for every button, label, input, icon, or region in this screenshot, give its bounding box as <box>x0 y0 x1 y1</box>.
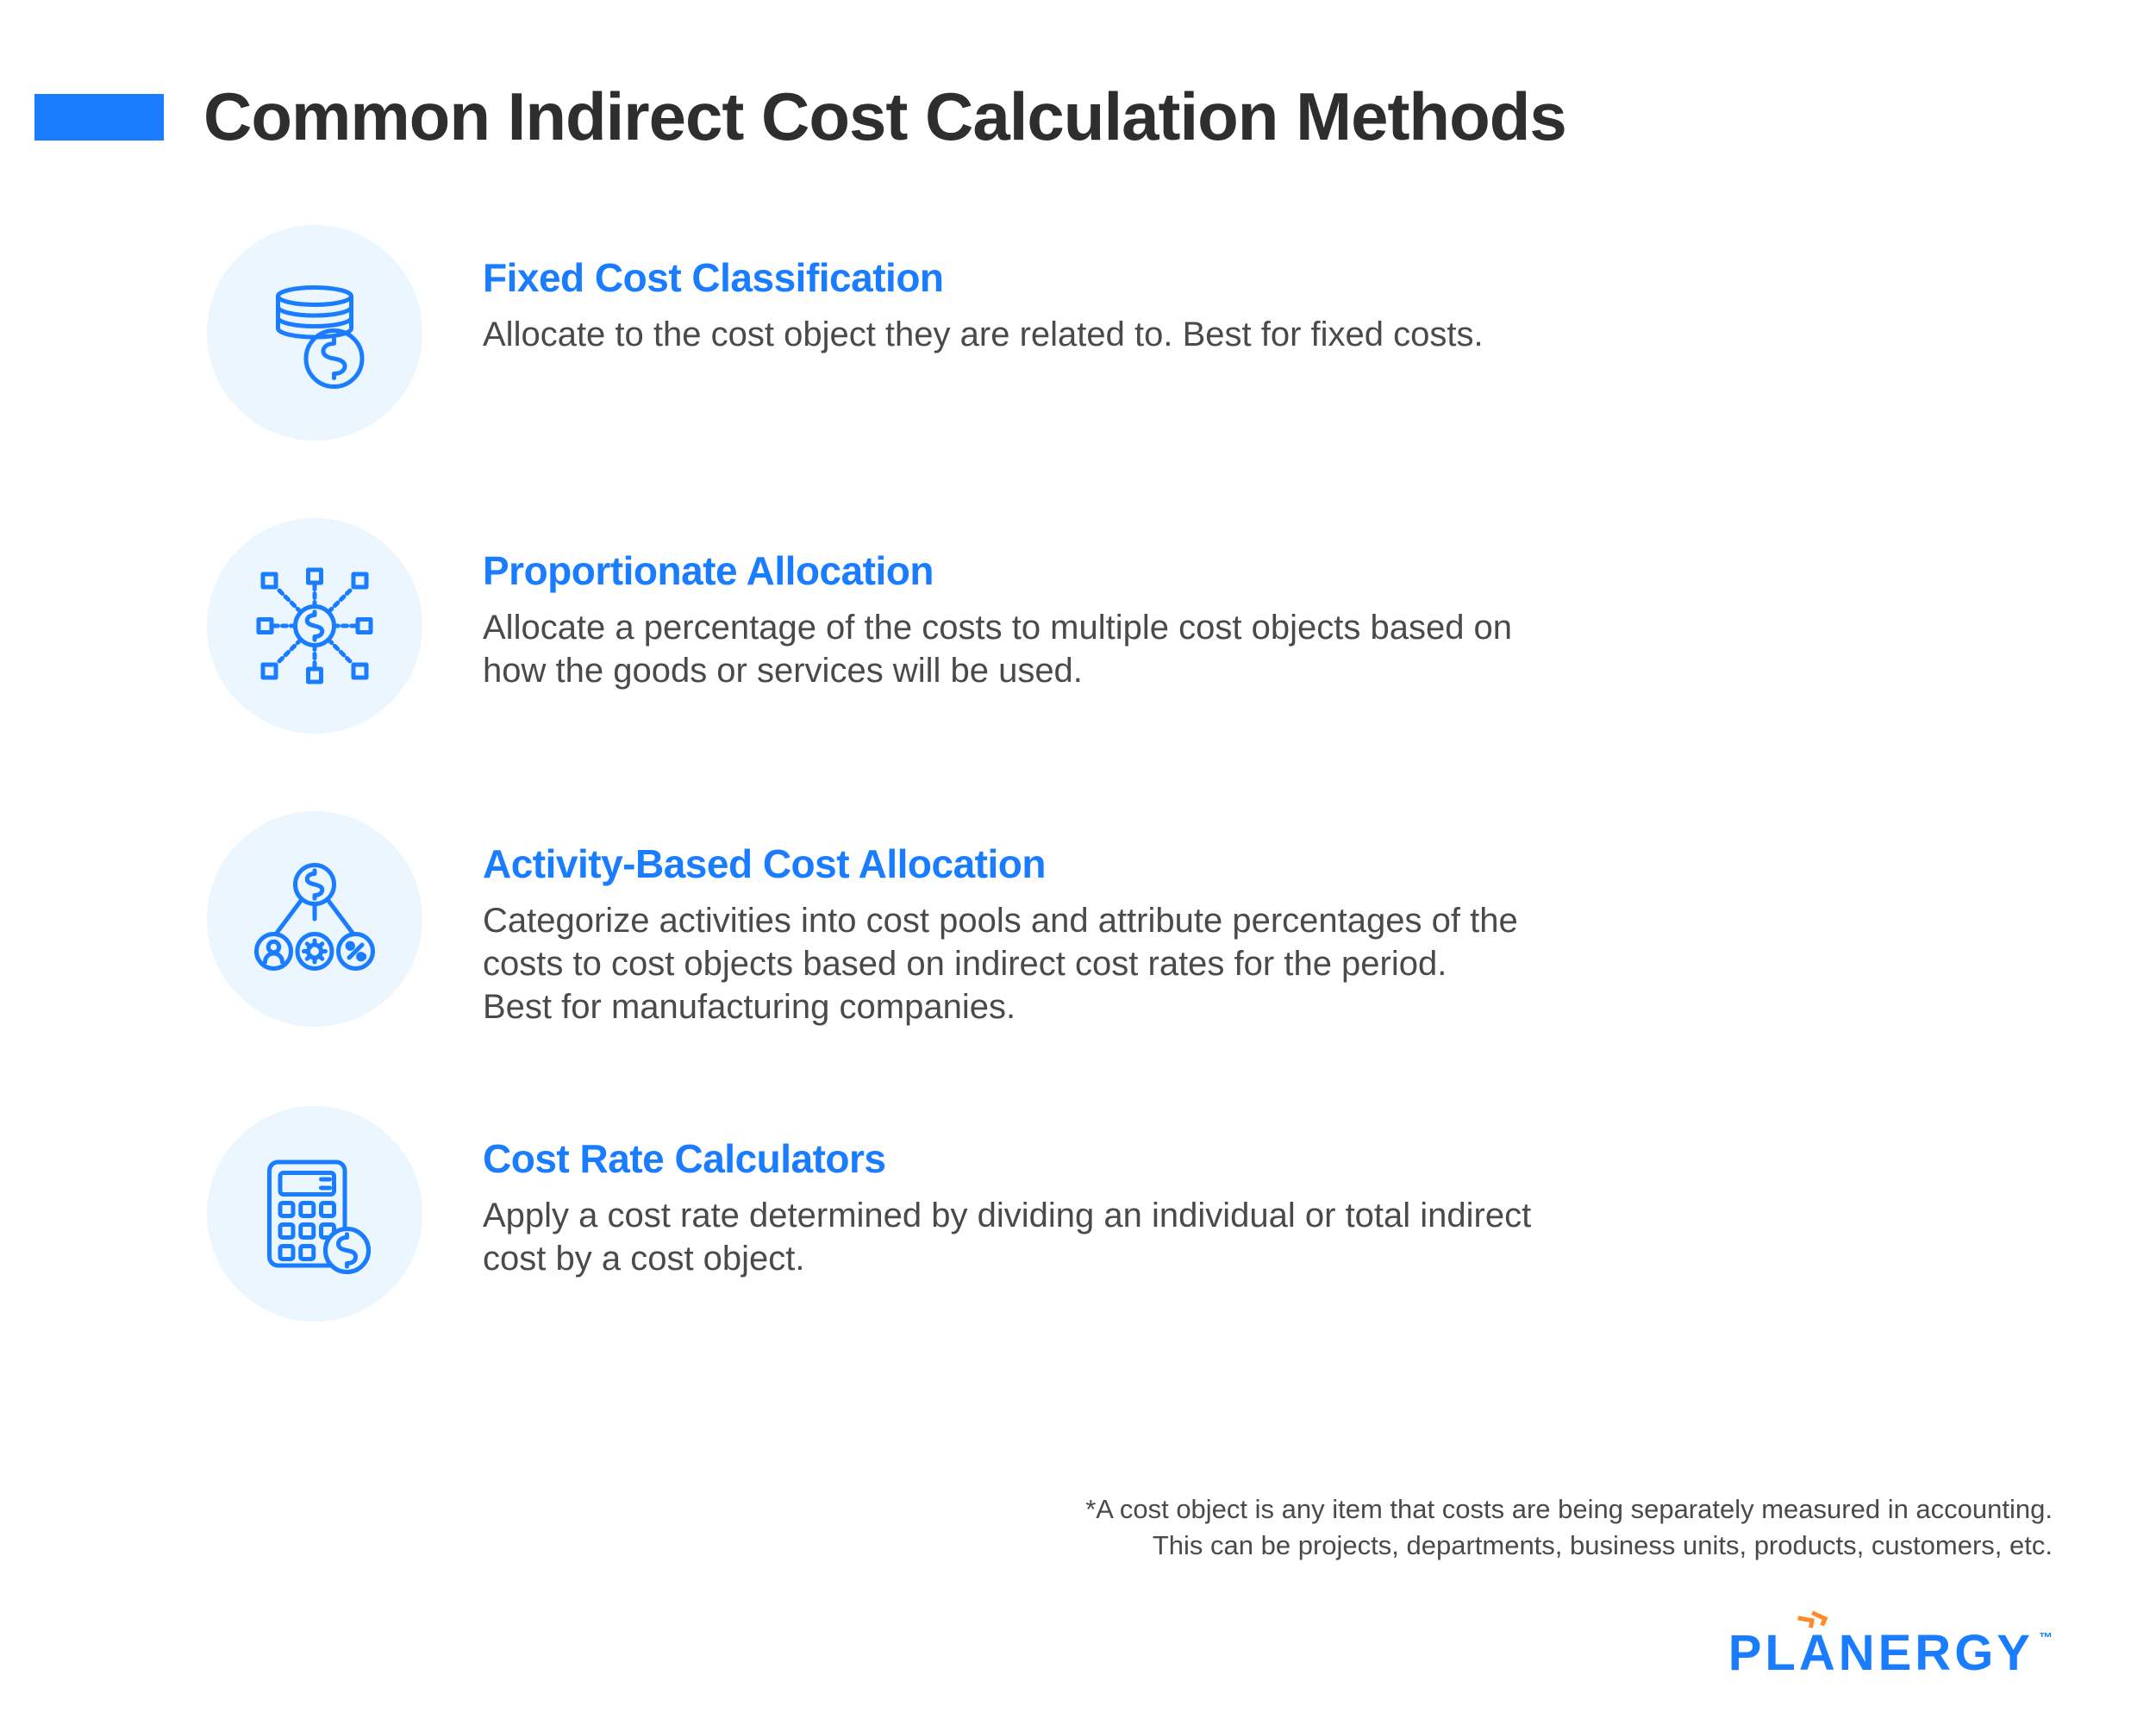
planergy-logo: PLANERGY ™ <box>1728 1624 2053 1682</box>
method-desc: Categorize activities into cost pools an… <box>483 899 1948 1028</box>
method-text: Proportionate Allocation Allocate a perc… <box>483 544 2018 692</box>
page: Common Indirect Cost Calculation Methods… <box>0 0 2156 1725</box>
method-text: Cost Rate Calculators Apply a cost rate … <box>483 1132 2018 1280</box>
method-title: Cost Rate Calculators <box>483 1135 2018 1182</box>
page-title: Common Indirect Cost Calculation Methods <box>203 78 1566 156</box>
calculator-dollar-icon <box>207 1106 422 1322</box>
method-activity-based: Activity-Based Cost Allocation Categoriz… <box>207 837 2018 1028</box>
coins-dollar-icon <box>207 225 422 441</box>
method-text: Activity-Based Cost Allocation Categoriz… <box>483 837 2018 1028</box>
method-title: Fixed Cost Classification <box>483 254 2018 301</box>
method-text: Fixed Cost Classification Allocate to th… <box>483 251 2018 356</box>
method-cost-rate: Cost Rate Calculators Apply a cost rate … <box>207 1132 2018 1322</box>
logo-tm: ™ <box>2039 1631 2053 1647</box>
method-proportionate: Proportionate Allocation Allocate a perc… <box>207 544 2018 734</box>
header: Common Indirect Cost Calculation Methods <box>34 78 2122 156</box>
method-title: Activity-Based Cost Allocation <box>483 841 2018 887</box>
methods-list: Fixed Cost Classification Allocate to th… <box>34 251 2122 1322</box>
method-desc: Allocate a percentage of the costs to mu… <box>483 606 1948 692</box>
method-title: Proportionate Allocation <box>483 547 2018 594</box>
footnote: *A cost object is any item that costs ar… <box>1085 1491 2053 1564</box>
method-fixed-cost: Fixed Cost Classification Allocate to th… <box>207 251 2018 441</box>
header-accent-bar <box>34 94 164 141</box>
method-desc: Allocate to the cost object they are rel… <box>483 313 1948 356</box>
activity-tree-icon <box>207 811 422 1027</box>
method-desc: Apply a cost rate determined by dividing… <box>483 1194 1948 1280</box>
distribution-network-icon <box>207 518 422 734</box>
logo-text: PLANERGY <box>1728 1624 2034 1682</box>
